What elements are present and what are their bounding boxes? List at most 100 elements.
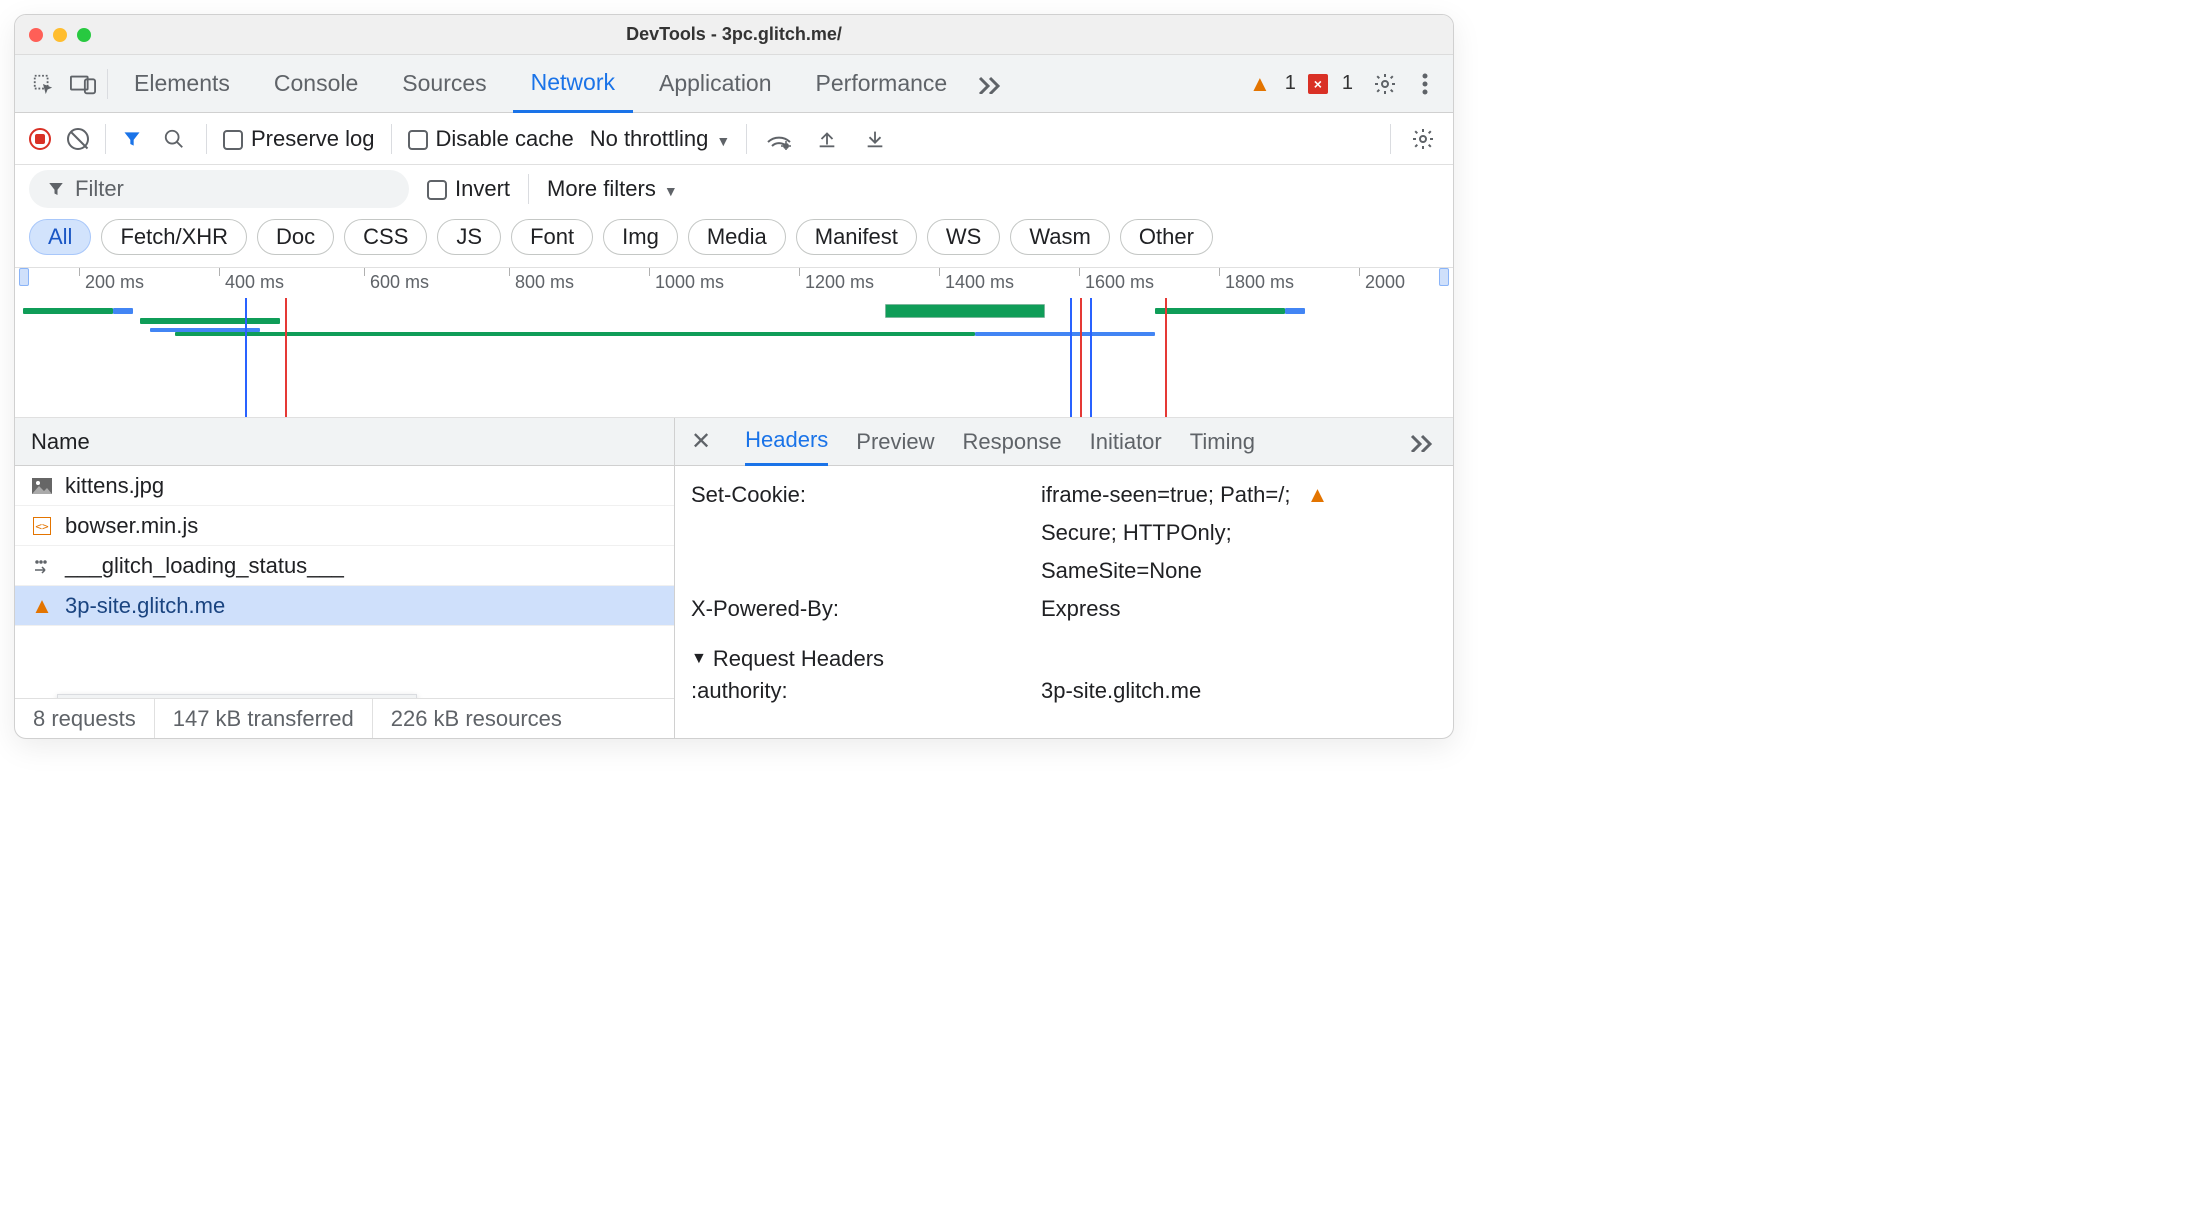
- errors-icon[interactable]: ×: [1308, 74, 1328, 94]
- network-conditions-icon[interactable]: [763, 123, 795, 155]
- header-value: Express: [1041, 596, 1437, 622]
- request-headers-section[interactable]: ▼ Request Headers: [691, 628, 1437, 672]
- timeline-bar: [885, 304, 1045, 318]
- inspect-element-icon[interactable]: [27, 68, 59, 100]
- status-requests: 8 requests: [15, 699, 155, 738]
- pill-other[interactable]: Other: [1120, 219, 1213, 255]
- tab-performance[interactable]: Performance: [798, 55, 966, 113]
- request-row-selected[interactable]: ▲ 3p-site.glitch.me: [15, 586, 674, 626]
- timeline-marker: [1090, 298, 1092, 418]
- ruler-tick: 2000: [1365, 272, 1405, 293]
- ruler-tick: 400 ms: [225, 272, 284, 293]
- window-title: DevTools - 3pc.glitch.me/: [15, 24, 1453, 45]
- detail-tab-initiator[interactable]: Initiator: [1090, 418, 1162, 466]
- timeline-ruler: 200 ms 400 ms 600 ms 800 ms 1000 ms 1200…: [15, 268, 1453, 298]
- window-titlebar: DevTools - 3pc.glitch.me/: [15, 15, 1453, 55]
- request-name: bowser.min.js: [65, 513, 198, 539]
- network-toolbar: Preserve log Disable cache No throttling…: [15, 113, 1453, 165]
- ruler-tick: 1200 ms: [805, 272, 874, 293]
- timeline-marker: [285, 298, 287, 418]
- pill-ws[interactable]: WS: [927, 219, 1000, 255]
- warnings-icon[interactable]: ▲: [1249, 71, 1271, 97]
- warnings-count: 1: [1285, 72, 1296, 95]
- divider: [1390, 124, 1391, 154]
- more-filters-label: More filters: [547, 176, 656, 201]
- tab-elements[interactable]: Elements: [116, 55, 248, 113]
- pill-css[interactable]: CSS: [344, 219, 427, 255]
- record-button[interactable]: [29, 128, 51, 150]
- pill-js[interactable]: JS: [437, 219, 501, 255]
- timeline-bar: [140, 318, 280, 324]
- pill-wasm[interactable]: Wasm: [1010, 219, 1110, 255]
- request-name: ___glitch_loading_status___: [65, 553, 344, 579]
- search-icon[interactable]: [158, 123, 190, 155]
- pill-fetch-xhr[interactable]: Fetch/XHR: [101, 219, 247, 255]
- disable-cache-checkbox[interactable]: Disable cache: [408, 126, 574, 152]
- network-settings-gear-icon[interactable]: [1407, 123, 1439, 155]
- close-details-icon[interactable]: ✕: [691, 427, 711, 456]
- cookie-blocked-tooltip: 🍪 Cookies for this request are blocked e…: [57, 694, 417, 698]
- network-status-bar: 8 requests 147 kB transferred 226 kB res…: [15, 698, 674, 738]
- main-tabs-bar: Elements Console Sources Network Applica…: [15, 55, 1453, 113]
- header-value: SameSite=None: [1041, 558, 1437, 584]
- clear-button[interactable]: [67, 128, 89, 150]
- timeline-marker: [1080, 298, 1082, 418]
- throttling-label: No throttling: [590, 126, 709, 151]
- upload-har-icon[interactable]: [811, 123, 843, 155]
- timeline-bar: [23, 308, 113, 314]
- detail-tab-timing[interactable]: Timing: [1190, 418, 1255, 466]
- tab-console[interactable]: Console: [256, 55, 376, 113]
- funnel-icon: [47, 180, 65, 198]
- detail-tabs: ✕ Headers Preview Response Initiator Tim…: [675, 418, 1453, 466]
- settings-gear-icon[interactable]: [1369, 68, 1401, 100]
- tab-network[interactable]: Network: [513, 55, 633, 113]
- timeline-bar: [113, 308, 133, 314]
- pill-doc[interactable]: Doc: [257, 219, 334, 255]
- ruler-tick: 800 ms: [515, 272, 574, 293]
- device-toolbar-icon[interactable]: [67, 68, 99, 100]
- request-row[interactable]: ___glitch_loading_status___: [15, 546, 674, 586]
- name-column-header[interactable]: Name: [15, 418, 674, 466]
- detail-tab-preview[interactable]: Preview: [856, 418, 934, 466]
- pill-img[interactable]: Img: [603, 219, 678, 255]
- svg-text:<>: <>: [35, 520, 49, 533]
- header-name: :authority:: [691, 678, 1021, 704]
- filter-input[interactable]: Filter: [29, 170, 409, 208]
- detail-tab-headers[interactable]: Headers: [745, 418, 828, 466]
- timeline-body: [15, 298, 1453, 418]
- timeline-marker: [245, 298, 247, 418]
- ruler-tick: 200 ms: [85, 272, 144, 293]
- tab-application[interactable]: Application: [641, 55, 790, 113]
- headers-panel: Set-Cookie: iframe-seen=true; Path=/; ▲ …: [675, 466, 1453, 738]
- ruler-tick: 1800 ms: [1225, 272, 1294, 293]
- header-value: 3p-site.glitch.me: [1041, 678, 1437, 704]
- tab-sources[interactable]: Sources: [384, 55, 504, 113]
- pill-manifest[interactable]: Manifest: [796, 219, 917, 255]
- more-detail-tabs-icon[interactable]: [1405, 426, 1437, 458]
- throttling-select[interactable]: No throttling▼: [590, 126, 730, 152]
- pill-font[interactable]: Font: [511, 219, 593, 255]
- timeline-overview[interactable]: 200 ms 400 ms 600 ms 800 ms 1000 ms 1200…: [15, 268, 1453, 418]
- request-row[interactable]: kittens.jpg: [15, 466, 674, 506]
- kebab-menu-icon[interactable]: [1409, 68, 1441, 100]
- more-filters-dropdown[interactable]: More filters▼: [547, 176, 678, 202]
- header-value: iframe-seen=true; Path=/; ▲: [1041, 482, 1437, 508]
- detail-tab-response[interactable]: Response: [963, 418, 1062, 466]
- more-tabs-icon[interactable]: [973, 68, 1005, 100]
- pill-media[interactable]: Media: [688, 219, 786, 255]
- filter-placeholder: Filter: [75, 176, 124, 202]
- filter-bar: Filter Invert More filters▼: [15, 165, 1453, 213]
- divider: [105, 124, 106, 154]
- preserve-log-checkbox[interactable]: Preserve log: [223, 126, 375, 152]
- caret-down-icon: ▼: [691, 650, 707, 668]
- request-row[interactable]: <> bowser.min.js: [15, 506, 674, 546]
- download-har-icon[interactable]: [859, 123, 891, 155]
- invert-checkbox[interactable]: Invert: [427, 176, 510, 202]
- filter-toggle-icon[interactable]: [122, 129, 142, 149]
- warning-icon[interactable]: ▲: [1307, 482, 1329, 507]
- section-title-text: Request Headers: [713, 646, 884, 672]
- header-value: Secure; HTTPOnly;: [1041, 520, 1437, 546]
- divider: [528, 174, 529, 204]
- ruler-tick: 1600 ms: [1085, 272, 1154, 293]
- pill-all[interactable]: All: [29, 219, 91, 255]
